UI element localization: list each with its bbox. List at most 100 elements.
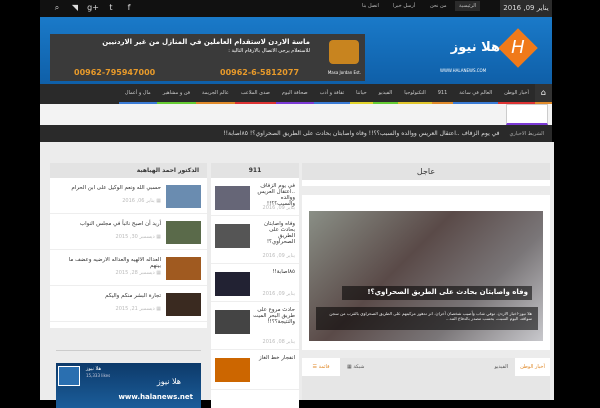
post-thumbnail[interactable] [166, 221, 201, 244]
home-icon[interactable]: ⌂ [534, 84, 552, 104]
subnav-strip [40, 104, 552, 125]
list-item[interactable]: تجارة البشر منكم واليكم ▦ ديسمبر 21, 2015 [50, 286, 207, 322]
nav-item[interactable]: العالم في ساعة [453, 84, 499, 104]
post-date: يناير 08, 2016 [262, 339, 295, 345]
author-heading: الدكتور احمد الهباهبة [50, 163, 207, 178]
ad-phone-1: 00962-795947000 [74, 68, 156, 77]
nav-item[interactable]: 911 [431, 84, 454, 104]
featured-title[interactable]: وفاه واصابتان بحادث على الطريق الصحراوي؟… [342, 286, 532, 300]
grid-view-button[interactable]: ▦ شبكة [347, 358, 364, 376]
post-thumbnail[interactable] [215, 224, 250, 248]
post-date: ▦ ديسمبر 28, 2015 [115, 270, 161, 276]
main-nav: ⌂ أخبار الوطن العالم في ساعة 911 التكنولوجي… [40, 84, 552, 104]
post-title[interactable]: في يوم الزفاف ..اعتقال العريس ووالده وال… [253, 183, 295, 207]
ad-title: ماسة الاردن لاستقدام العاملين في المنازل… [102, 38, 310, 46]
post-title[interactable]: تجارة البشر منكم واليكم [56, 293, 161, 299]
tab-national-news[interactable]: أخبار الوطن [515, 358, 550, 376]
top-link-contact[interactable]: اتصل بنا [362, 3, 379, 9]
header-banner: ماسة الاردن لاستقدام العاملين في المنازل… [40, 17, 552, 84]
post-thumbnail[interactable] [215, 358, 250, 382]
list-item[interactable]: انفجار خط الغاز [211, 350, 299, 390]
post-thumbnail[interactable] [215, 310, 250, 334]
post-title[interactable]: ٨٥اصابة!! [253, 269, 295, 275]
advertisement[interactable]: ماسة الاردن لاستقدام العاملين في المنازل… [50, 34, 365, 81]
grid-label: شبكة [353, 364, 365, 370]
post-title[interactable]: حادث مروع على طريق البحر الميت والنتيجة؟… [253, 307, 295, 325]
category-tabs: أخبار الوطن الفيديو ▦ شبكة ☰ قائمة [302, 358, 550, 400]
top-link-home[interactable]: الرئيسية [455, 1, 481, 11]
list-item[interactable]: أريد أن اصبح نائباً في مجلس النواب ▦ ديسم… [50, 214, 207, 250]
post-title[interactable]: وفاه واصابتان بحادث على الطريق الصحراوي؟… [253, 221, 295, 245]
list-item[interactable]: وفاه واصابتان بحادث على الطريق الصحراوي؟… [211, 216, 299, 264]
ad-phone-2: 00962-6-5812077 [220, 68, 300, 77]
featured-post[interactable]: وفاه واصابتان بحادث على الطريق الصحراوي؟… [302, 195, 550, 350]
calendar-icon: ▦ [154, 306, 161, 312]
nav-item[interactable]: صحافة اليوم [275, 84, 314, 104]
post-date: ▦ ديسمبر 21, 2015 [115, 306, 161, 312]
post-title[interactable]: أريد أن اصبح نائباً في مجلس النواب [56, 221, 161, 227]
author-column: الدكتور احمد الهباهبة حسبي الله ونعم الو… [50, 163, 207, 408]
list-item[interactable]: ٨٥اصابة!! يناير 09, 2016 [211, 264, 299, 302]
nav-item[interactable]: صدى الملاعب [234, 84, 276, 104]
post-title[interactable]: انفجار خط الغاز [253, 355, 295, 361]
subnav-item[interactable] [506, 104, 548, 125]
twitter-icon[interactable]: t [104, 2, 118, 14]
post-thumbnail[interactable] [215, 186, 250, 210]
nav-item[interactable]: عالم الجريمة [196, 84, 235, 104]
post-title[interactable]: العداله الالهيه والعداله الارضيه وعضف ما… [56, 257, 161, 269]
post-thumbnail[interactable] [166, 293, 201, 316]
list-item[interactable]: حسبي الله ونعم الوكيل على ابن الحرام ▦ ين… [50, 178, 207, 214]
nav-item[interactable]: حياتنا [350, 84, 373, 104]
search-icon[interactable]: ⌕ [50, 2, 64, 14]
ad-brand: Masa Jordan Est. [327, 70, 361, 75]
nav-item[interactable]: ثقافة و أدب [313, 84, 351, 104]
nav-item[interactable]: فن و مشاهير [156, 84, 197, 104]
post-date: يناير 09, 2016 [262, 205, 295, 211]
page-avatar [58, 366, 80, 386]
google-plus-icon[interactable]: g+ [86, 2, 100, 14]
logo-h-icon: H [498, 28, 538, 68]
calendar-icon: ▦ [154, 234, 161, 240]
nav-item[interactable]: التكنولوجيا [398, 84, 432, 104]
urgent-heading: عاجل [302, 163, 550, 180]
site-logo[interactable]: H هلا نيوز WWW.HALANEWS.COM [440, 28, 540, 77]
top-link-send-news[interactable]: أرسل خبرا [393, 3, 415, 9]
nav-item[interactable]: مال و أعمال [118, 84, 157, 104]
content-area: عاجل وفاه واصابتان بحادث على الطريق الصح… [40, 142, 554, 408]
list-view-button[interactable]: ☰ قائمة [302, 358, 340, 376]
post-thumbnail[interactable] [215, 272, 250, 296]
nav-item[interactable]: أخبار الوطن [498, 84, 535, 104]
facebook-icon[interactable]: f [122, 2, 136, 14]
news-ticker: الشريط الاخباري في يوم الزفاف ..اعتقال ا… [40, 125, 552, 142]
col-911: 911 في يوم الزفاف ..اعتقال العريس ووالده… [211, 163, 299, 408]
logo-url: WWW.HALANEWS.COM [440, 68, 487, 73]
nav-item[interactable]: الفيديو [372, 84, 399, 104]
list-item[interactable]: في يوم الزفاف ..اعتقال العريس ووالده وال… [211, 178, 299, 216]
post-title[interactable]: حسبي الله ونعم الوكيل على ابن الحرام [56, 185, 161, 191]
facebook-widget[interactable]: هلا نيوز 15,333 likes هلا نيوز www.halan… [56, 363, 201, 408]
list-item[interactable]: حادث مروع على طريق البحر الميت والنتيجة؟… [211, 302, 299, 350]
tab-video[interactable]: الفيديو [494, 358, 508, 376]
calendar-icon: ▦ [154, 198, 161, 204]
calendar-icon: ▦ [154, 270, 161, 276]
current-date: يناير 09, 2016 [500, 0, 552, 17]
featured-excerpt: هلا نيوز-اخبار الاردن. توفي شاب وأصيب شخ… [316, 307, 538, 330]
post-date: ▦ ديسمبر 30, 2015 [115, 234, 161, 240]
fb-likes: 15,333 likes [86, 373, 111, 378]
fb-page-name: هلا نيوز [86, 366, 102, 372]
ad-subtitle: للاستعلام يرجى الاتصال بالارقام التالية … [228, 48, 310, 54]
post-thumbnail[interactable] [166, 185, 201, 208]
logo-text: هلا نيوز [450, 40, 500, 55]
list-item[interactable]: العداله الالهيه والعداله الارضيه وعضف ما… [50, 250, 207, 286]
ticker-label: الشريط الاخباري [509, 131, 544, 137]
fb-banner-name: هلا نيوز [156, 377, 181, 386]
col-911-heading: 911 [211, 163, 299, 178]
post-date: ▦ يناير 06, 2016 [122, 198, 161, 204]
crest-icon [329, 40, 359, 64]
rss-icon[interactable]: ◥ [68, 2, 82, 14]
top-link-about[interactable]: من نحن [430, 3, 447, 9]
post-thumbnail[interactable] [166, 257, 201, 280]
ticker-text[interactable]: في يوم الزفاف ..اعتقال العريس ووالده وال… [223, 130, 499, 137]
top-bar: ⌕ ◥ g+ t f الرئيسية من نحن أرسل خبرا اتص… [40, 0, 552, 17]
list-label: قائمة [318, 364, 330, 370]
